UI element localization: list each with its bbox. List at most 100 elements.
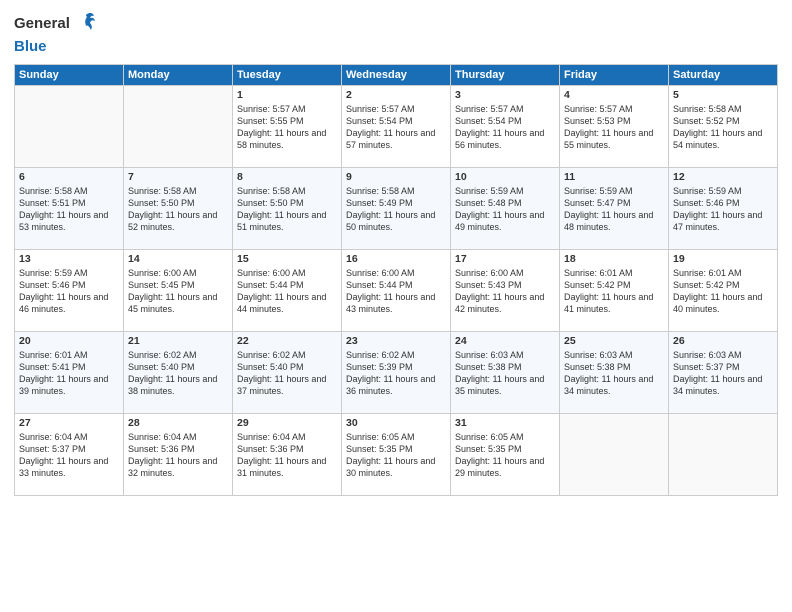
- calendar-cell: 21 Sunrise: 6:02 AM Sunset: 5:40 PM Dayli…: [124, 331, 233, 413]
- week-row: 20Sunrise: 6:01 AM Sunset: 5:41 PM Dayli…: [15, 331, 778, 413]
- day-info: Sunrise: 6:00 AM Sunset: 5:45 PM Dayligh…: [128, 267, 228, 316]
- week-row: 27Sunrise: 6:04 AM Sunset: 5:37 PM Dayli…: [15, 413, 778, 495]
- calendar-cell: 5 Sunrise: 5:58 AM Sunset: 5:52 PM Daylig…: [669, 85, 778, 167]
- day-info: Sunrise: 6:02 AM Sunset: 5:40 PM Dayligh…: [128, 349, 228, 398]
- calendar-cell: 13 Sunrise: 5:59 AM Sunset: 5:46 PM Dayli…: [15, 249, 124, 331]
- day-info: Sunrise: 6:00 AM Sunset: 5:44 PM Dayligh…: [237, 267, 337, 316]
- calendar-cell: 24Sunrise: 6:03 AM Sunset: 5:38 PM Dayli…: [451, 331, 560, 413]
- calendar-cell: 3 Sunrise: 5:57 AM Sunset: 5:54 PM Daylig…: [451, 85, 560, 167]
- weekday-header-monday: Monday: [124, 64, 233, 85]
- day-info: Sunrise: 6:02 AM Sunset: 5:40 PM Dayligh…: [237, 349, 337, 398]
- day-info: Sunrise: 5:58 AM Sunset: 5:51 PM Dayligh…: [19, 185, 119, 234]
- calendar-cell: 8 Sunrise: 5:58 AM Sunset: 5:50 PM Daylig…: [233, 167, 342, 249]
- day-number: 25: [564, 335, 664, 347]
- day-info: Sunrise: 6:04 AM Sunset: 5:36 PM Dayligh…: [237, 431, 337, 480]
- calendar-page: General Blue SundayMondayTuesdayWednesda…: [0, 0, 792, 612]
- day-number: 16: [346, 253, 446, 265]
- day-number: 5: [673, 89, 773, 101]
- day-info: Sunrise: 6:00 AM Sunset: 5:43 PM Dayligh…: [455, 267, 555, 316]
- day-info: Sunrise: 6:04 AM Sunset: 5:36 PM Dayligh…: [128, 431, 228, 480]
- week-row: 1 Sunrise: 5:57 AM Sunset: 5:55 PM Daylig…: [15, 85, 778, 167]
- calendar-cell: 20Sunrise: 6:01 AM Sunset: 5:41 PM Dayli…: [15, 331, 124, 413]
- calendar-cell: 10 Sunrise: 5:59 AM Sunset: 5:48 PM Dayli…: [451, 167, 560, 249]
- calendar-cell: 6 Sunrise: 5:58 AM Sunset: 5:51 PM Daylig…: [15, 167, 124, 249]
- day-number: 30: [346, 417, 446, 429]
- day-info: Sunrise: 5:59 AM Sunset: 5:46 PM Dayligh…: [673, 185, 773, 234]
- day-number: 10: [455, 171, 555, 183]
- day-info: Sunrise: 6:03 AM Sunset: 5:38 PM Dayligh…: [564, 349, 664, 398]
- calendar-cell: 23 Sunrise: 6:02 AM Sunset: 5:39 PM Dayli…: [342, 331, 451, 413]
- day-number: 29: [237, 417, 337, 429]
- calendar-cell: 7 Sunrise: 5:58 AM Sunset: 5:50 PM Daylig…: [124, 167, 233, 249]
- logo-bird-icon: [76, 10, 98, 38]
- page-header: General Blue: [14, 10, 778, 56]
- day-number: 13: [19, 253, 119, 265]
- day-number: 4: [564, 89, 664, 101]
- day-number: 15: [237, 253, 337, 265]
- calendar-cell: 12 Sunrise: 5:59 AM Sunset: 5:46 PM Dayli…: [669, 167, 778, 249]
- day-info: Sunrise: 6:01 AM Sunset: 5:42 PM Dayligh…: [673, 267, 773, 316]
- day-info: Sunrise: 5:59 AM Sunset: 5:48 PM Dayligh…: [455, 185, 555, 234]
- day-info: Sunrise: 6:02 AM Sunset: 5:39 PM Dayligh…: [346, 349, 446, 398]
- day-info: Sunrise: 6:03 AM Sunset: 5:37 PM Dayligh…: [673, 349, 773, 398]
- day-number: 26: [673, 335, 773, 347]
- calendar-cell: 2 Sunrise: 5:57 AM Sunset: 5:54 PM Daylig…: [342, 85, 451, 167]
- day-info: Sunrise: 5:59 AM Sunset: 5:46 PM Dayligh…: [19, 267, 119, 316]
- day-number: 8: [237, 171, 337, 183]
- day-number: 27: [19, 417, 119, 429]
- day-number: 31: [455, 417, 555, 429]
- day-number: 11: [564, 171, 664, 183]
- calendar-cell: 31 Sunrise: 6:05 AM Sunset: 5:35 PM Dayli…: [451, 413, 560, 495]
- calendar-cell: 30 Sunrise: 6:05 AM Sunset: 5:35 PM Dayli…: [342, 413, 451, 495]
- calendar-cell: 14 Sunrise: 6:00 AM Sunset: 5:45 PM Dayli…: [124, 249, 233, 331]
- day-number: 18: [564, 253, 664, 265]
- day-info: Sunrise: 5:58 AM Sunset: 5:52 PM Dayligh…: [673, 103, 773, 152]
- day-info: Sunrise: 5:58 AM Sunset: 5:50 PM Dayligh…: [237, 185, 337, 234]
- day-number: 6: [19, 171, 119, 183]
- day-number: 2: [346, 89, 446, 101]
- calendar-cell: 18 Sunrise: 6:01 AM Sunset: 5:42 PM Dayli…: [560, 249, 669, 331]
- calendar-cell: [560, 413, 669, 495]
- day-number: 23: [346, 335, 446, 347]
- logo-blue: Blue: [14, 38, 47, 55]
- week-row: 6 Sunrise: 5:58 AM Sunset: 5:51 PM Daylig…: [15, 167, 778, 249]
- day-number: 28: [128, 417, 228, 429]
- day-info: Sunrise: 5:57 AM Sunset: 5:54 PM Dayligh…: [455, 103, 555, 152]
- week-row: 13 Sunrise: 5:59 AM Sunset: 5:46 PM Dayli…: [15, 249, 778, 331]
- day-info: Sunrise: 5:57 AM Sunset: 5:54 PM Dayligh…: [346, 103, 446, 152]
- calendar-cell: 16 Sunrise: 6:00 AM Sunset: 5:44 PM Dayli…: [342, 249, 451, 331]
- day-number: 7: [128, 171, 228, 183]
- logo-general: General: [14, 15, 70, 32]
- calendar-cell: 1 Sunrise: 5:57 AM Sunset: 5:55 PM Daylig…: [233, 85, 342, 167]
- day-info: Sunrise: 5:57 AM Sunset: 5:53 PM Dayligh…: [564, 103, 664, 152]
- day-number: 9: [346, 171, 446, 183]
- day-info: Sunrise: 6:00 AM Sunset: 5:44 PM Dayligh…: [346, 267, 446, 316]
- day-number: 3: [455, 89, 555, 101]
- day-number: 1: [237, 89, 337, 101]
- day-number: 21: [128, 335, 228, 347]
- calendar-cell: 4 Sunrise: 5:57 AM Sunset: 5:53 PM Daylig…: [560, 85, 669, 167]
- day-info: Sunrise: 5:59 AM Sunset: 5:47 PM Dayligh…: [564, 185, 664, 234]
- day-info: Sunrise: 6:05 AM Sunset: 5:35 PM Dayligh…: [455, 431, 555, 480]
- day-number: 20: [19, 335, 119, 347]
- calendar-cell: 26 Sunrise: 6:03 AM Sunset: 5:37 PM Dayli…: [669, 331, 778, 413]
- day-number: 14: [128, 253, 228, 265]
- day-info: Sunrise: 5:57 AM Sunset: 5:55 PM Dayligh…: [237, 103, 337, 152]
- day-info: Sunrise: 5:58 AM Sunset: 5:49 PM Dayligh…: [346, 185, 446, 234]
- calendar-cell: 15 Sunrise: 6:00 AM Sunset: 5:44 PM Dayli…: [233, 249, 342, 331]
- calendar-cell: 27Sunrise: 6:04 AM Sunset: 5:37 PM Dayli…: [15, 413, 124, 495]
- calendar-cell: 17 Sunrise: 6:00 AM Sunset: 5:43 PM Dayli…: [451, 249, 560, 331]
- day-info: Sunrise: 5:58 AM Sunset: 5:50 PM Dayligh…: [128, 185, 228, 234]
- calendar-cell: 28 Sunrise: 6:04 AM Sunset: 5:36 PM Dayli…: [124, 413, 233, 495]
- calendar-cell: 11 Sunrise: 5:59 AM Sunset: 5:47 PM Dayli…: [560, 167, 669, 249]
- weekday-header-tuesday: Tuesday: [233, 64, 342, 85]
- calendar-cell: [15, 85, 124, 167]
- day-info: Sunrise: 6:01 AM Sunset: 5:42 PM Dayligh…: [564, 267, 664, 316]
- day-number: 12: [673, 171, 773, 183]
- calendar-cell: 19Sunrise: 6:01 AM Sunset: 5:42 PM Dayli…: [669, 249, 778, 331]
- weekday-header-friday: Friday: [560, 64, 669, 85]
- day-info: Sunrise: 6:05 AM Sunset: 5:35 PM Dayligh…: [346, 431, 446, 480]
- weekday-header-wednesday: Wednesday: [342, 64, 451, 85]
- day-number: 17: [455, 253, 555, 265]
- calendar-table: SundayMondayTuesdayWednesdayThursdayFrid…: [14, 64, 778, 496]
